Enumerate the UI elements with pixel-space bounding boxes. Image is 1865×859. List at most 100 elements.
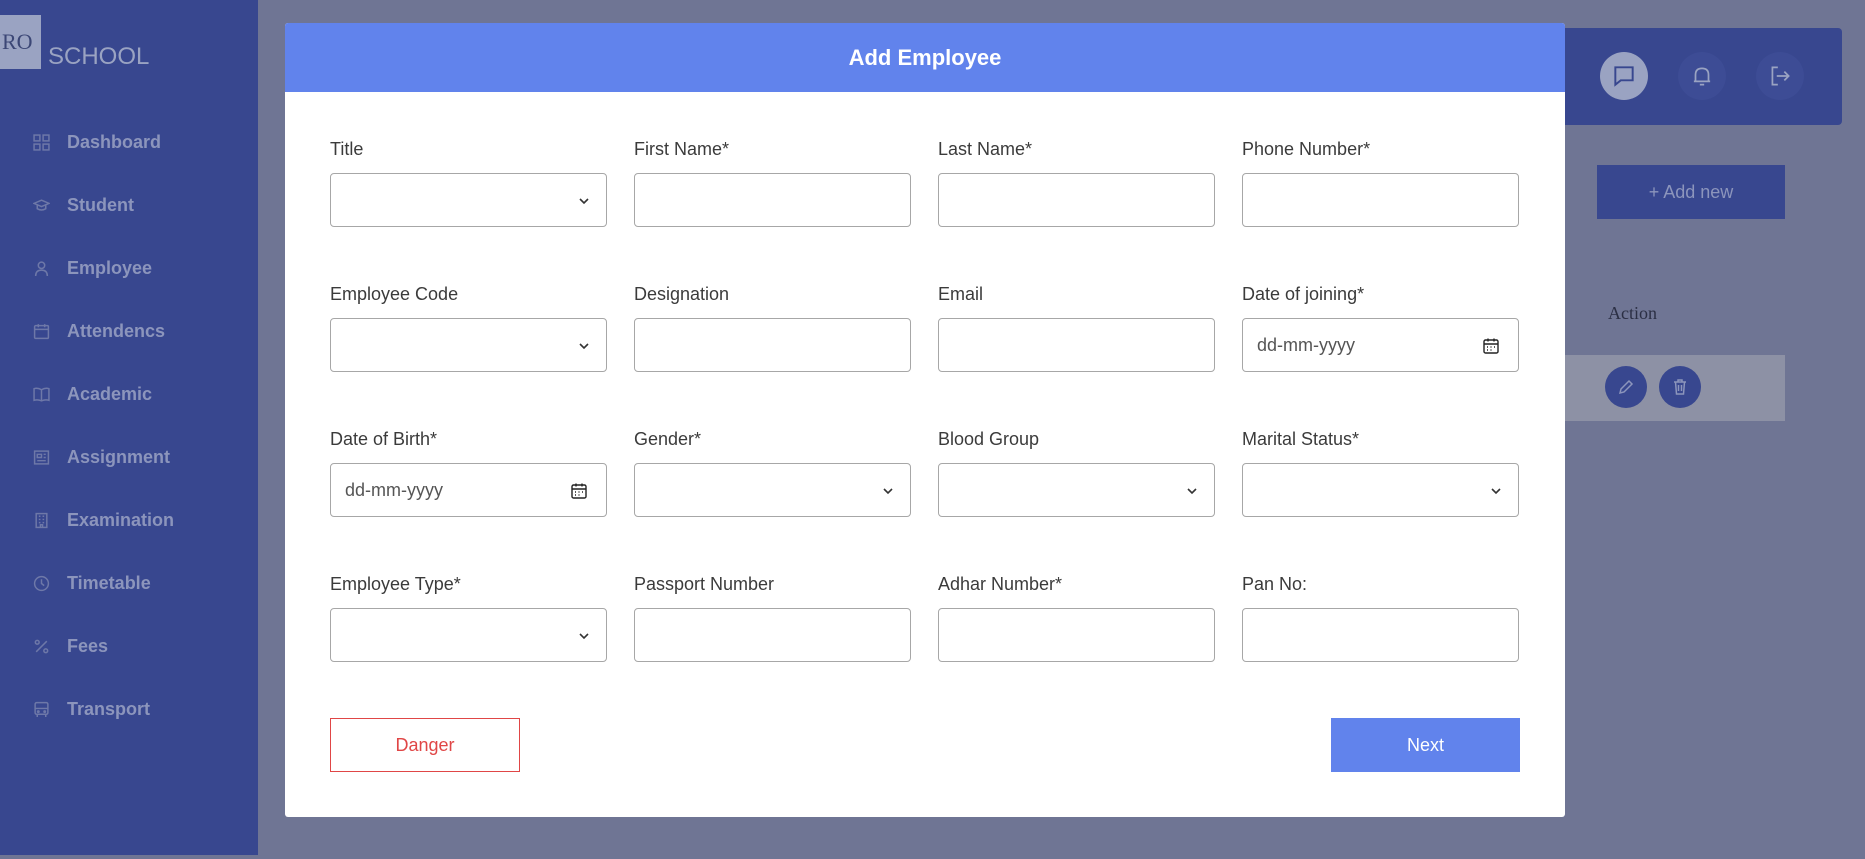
sidebar-item-employee[interactable]: Employee: [32, 256, 152, 280]
employee-type-field: Employee Type*: [330, 573, 607, 662]
phone-number-input[interactable]: [1242, 173, 1519, 227]
add-new-button[interactable]: + Add new: [1597, 165, 1785, 219]
employee-code-field: Employee Code: [330, 283, 607, 372]
sidebar-item-timetable[interactable]: Timetable: [32, 571, 151, 595]
marital-status-field: Marital Status*: [1242, 428, 1519, 517]
chevron-down-icon: [579, 198, 589, 205]
designation-input[interactable]: [634, 318, 911, 372]
sidebar-item-label: Transport: [67, 698, 151, 719]
sidebar-item-academic[interactable]: Academic: [32, 382, 152, 406]
chat-button[interactable]: [1600, 52, 1648, 100]
user-icon: [32, 259, 50, 277]
phone-number-field: Phone Number*: [1242, 138, 1519, 227]
date-of-joining-field: Date of joining* dd-mm-yyyy: [1242, 283, 1519, 372]
sidebar-item-transport[interactable]: Transport: [32, 697, 150, 721]
title-field: Title: [330, 138, 607, 227]
blood-group-field: Blood Group: [938, 428, 1215, 517]
date-of-birth-field: Date of Birth* dd-mm-yyyy: [330, 428, 607, 517]
designation-field: Designation: [634, 283, 911, 372]
adhar-number-field: Adhar Number*: [938, 573, 1215, 662]
chevron-down-icon: [579, 343, 589, 350]
sidebar-item-label: Examination: [67, 509, 175, 530]
field-label: Last Name*: [938, 139, 1033, 159]
book-icon: [32, 385, 50, 403]
employee-type-select[interactable]: [330, 608, 607, 662]
date-of-joining-date-input[interactable]: dd-mm-yyyy: [1242, 318, 1519, 372]
field-label: Employee Code: [330, 284, 459, 304]
gender-field: Gender*: [634, 428, 911, 517]
field-label: Marital Status*: [1242, 429, 1360, 449]
sidebar-item-attendencs[interactable]: Attendencs: [32, 319, 165, 343]
percent-icon: [32, 637, 50, 655]
pencil-icon: [1618, 379, 1634, 395]
email-field: Email: [938, 283, 1215, 372]
gender-select[interactable]: [634, 463, 911, 517]
notifications-button[interactable]: [1678, 52, 1726, 100]
edit-button[interactable]: [1605, 366, 1647, 408]
blood-group-select[interactable]: [938, 463, 1215, 517]
first-name-input[interactable]: [634, 173, 911, 227]
calendar-icon: [1483, 338, 1499, 354]
delete-button[interactable]: [1659, 366, 1701, 408]
field-label: Gender*: [634, 429, 702, 449]
sidebar-item-label: Timetable: [67, 572, 151, 593]
employee-code-select[interactable]: [330, 318, 607, 372]
newspaper-icon: [32, 448, 50, 466]
first-name-field: First Name*: [634, 138, 911, 227]
last-name-input[interactable]: [938, 173, 1215, 227]
field-label: Phone Number*: [1242, 139, 1371, 159]
date-placeholder: dd-mm-yyyy: [345, 479, 443, 500]
passport-number-input[interactable]: [634, 608, 911, 662]
add-employee-modal: Add Employee Title First Name* Last Name* P…: [285, 23, 1565, 817]
field-label: Employee Type*: [330, 574, 461, 594]
sidebar-item-label: Attendencs: [67, 320, 166, 341]
field-label: Email: [938, 284, 984, 304]
field-label: Adhar Number*: [938, 574, 1063, 594]
sidebar-item-label: Assignment: [67, 446, 171, 467]
marital-status-select[interactable]: [1242, 463, 1519, 517]
chevron-down-icon: [1187, 488, 1197, 495]
sidebar-item-dashboard[interactable]: Dashboard: [32, 130, 161, 154]
chevron-down-icon: [883, 488, 893, 495]
date-placeholder: dd-mm-yyyy: [1257, 334, 1355, 355]
sidebar-item-label: Fees: [67, 635, 109, 656]
logo-text: SCHOOL: [48, 43, 150, 70]
field-label: Pan No:: [1242, 574, 1308, 594]
calendar-icon: [32, 322, 50, 340]
title-select[interactable]: [330, 173, 607, 227]
date-of-birth-date-input[interactable]: dd-mm-yyyy: [330, 463, 607, 517]
modal-title: Add Employee: [285, 23, 1565, 92]
building-icon: [32, 511, 50, 529]
clock-icon: [32, 574, 50, 592]
sidebar-item-student[interactable]: Student: [32, 193, 134, 217]
sidebar-item-examination[interactable]: Examination: [32, 508, 174, 532]
adhar-number-input[interactable]: [938, 608, 1215, 662]
sidebar-item-label: Employee: [67, 257, 153, 278]
sidebar-item-label: Student: [67, 194, 134, 215]
field-label: Date of joining*: [1242, 284, 1365, 304]
passport-number-field: Passport Number: [634, 573, 911, 662]
action-column-header: Action: [1608, 303, 1657, 323]
trash-icon: [1674, 379, 1686, 395]
danger-button[interactable]: Danger: [330, 718, 520, 772]
logo-mark: RO: [0, 15, 41, 69]
pan-no-input[interactable]: [1242, 608, 1519, 662]
field-label: Date of Birth*: [330, 429, 438, 449]
logout-button[interactable]: [1756, 52, 1804, 100]
bus-icon: [32, 700, 50, 718]
email-input[interactable]: [938, 318, 1215, 372]
grid-icon: [32, 133, 50, 151]
chevron-down-icon: [1491, 488, 1501, 495]
next-button[interactable]: Next: [1331, 718, 1520, 772]
field-label: Passport Number: [634, 574, 775, 594]
sidebar-item-assignment[interactable]: Assignment: [32, 445, 170, 469]
bell-icon: [1693, 67, 1711, 86]
chevron-down-icon: [579, 633, 589, 640]
sidebar-item-label: Academic: [67, 383, 153, 404]
graduation-cap-icon: [32, 196, 50, 214]
sidebar-item-fees[interactable]: Fees: [32, 634, 108, 658]
field-label: Title: [330, 139, 364, 159]
sidebar-item-label: Dashboard: [67, 131, 162, 152]
last-name-field: Last Name*: [938, 138, 1215, 227]
field-label: Blood Group: [938, 429, 1040, 449]
